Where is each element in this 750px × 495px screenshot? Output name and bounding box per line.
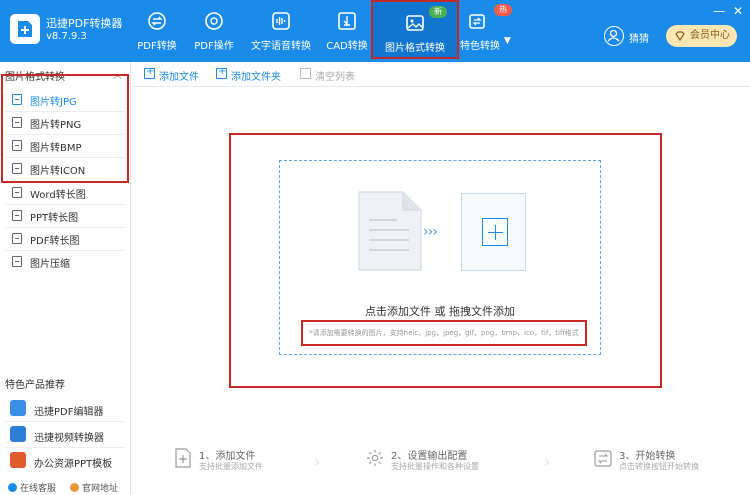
- chevron-right-icon: ›: [314, 452, 321, 471]
- sidebar: 图片格式转换 ︿ 图片转JPG 图片转PNG 图片转BMP 图片转ICON Wo…: [0, 62, 131, 495]
- nav-text-speech[interactable]: 文字语音转换: [250, 0, 312, 60]
- chevron-right-icon: ›: [544, 452, 551, 471]
- app-logo-icon: [18, 21, 32, 37]
- clear-list-icon: [300, 68, 311, 79]
- nav-label: 图片格式转换: [385, 43, 445, 54]
- step-subtitle: 支持批量添加文件: [199, 462, 263, 471]
- recommend-label: 办公资源PPT模板: [34, 459, 113, 470]
- compress-icon: [12, 256, 22, 267]
- user-avatar-icon[interactable]: [604, 26, 624, 46]
- arrows-icon: ›››: [423, 224, 438, 240]
- ppt-template-icon: [10, 452, 26, 468]
- recommend-label: 迅捷PDF编辑器: [34, 407, 104, 418]
- add-file-icon: [175, 448, 191, 468]
- nav-label: PDF转换: [137, 41, 177, 52]
- settings-gear-icon: [366, 449, 384, 467]
- globe-icon: [70, 483, 79, 492]
- new-badge: 新: [429, 6, 447, 18]
- pdf-operate-icon: [205, 12, 223, 30]
- recommend-pdf-editor[interactable]: 迅捷PDF编辑器: [0, 395, 130, 421]
- sidebar-item-label: 图片压缩: [30, 259, 70, 270]
- step-subtitle: 支持批量操作和各种设置: [391, 462, 479, 471]
- recommend-title: 特色产品推荐: [5, 380, 65, 391]
- member-center-label: 会员中心: [690, 30, 730, 41]
- supported-formats-hint: *请添加需要转换的图片，支持heic，jpg，jpeg，gif，png，bmp，…: [301, 320, 587, 346]
- app-name: 迅捷PDF转换器: [46, 17, 123, 30]
- word-file-icon: [12, 187, 22, 198]
- audio-wave-icon: [272, 12, 290, 30]
- sidebar-item-label: Word转长图: [30, 190, 86, 201]
- recommend-ppt-template[interactable]: 办公资源PPT模板: [0, 447, 130, 473]
- nav-label: PDF操作: [194, 41, 234, 52]
- minimize-button[interactable]: —: [712, 4, 726, 18]
- nav-pdf-convert[interactable]: PDF转换: [133, 0, 181, 60]
- sidebar-item-compress[interactable]: 图片压缩: [0, 250, 130, 273]
- sidebar-item-pdf-long[interactable]: PDF转长图: [0, 227, 130, 250]
- app-logo: [10, 14, 40, 44]
- plus-icon: [482, 218, 508, 246]
- drop-zone-instruction: 点击添加文件 或 拖拽文件添加: [365, 305, 515, 318]
- sidebar-item-label: PPT转长图: [30, 213, 79, 224]
- convert-icon: [594, 450, 612, 467]
- feature-convert-icon: [469, 14, 485, 29]
- chat-icon: [8, 483, 17, 492]
- ppt-file-icon: [12, 210, 22, 221]
- step-subtitle: 点击转换按钮开始转换: [619, 462, 699, 471]
- member-center-button[interactable]: 会员中心: [666, 25, 737, 47]
- add-folder-icon: [216, 66, 227, 79]
- pdf-file-icon: [12, 233, 22, 244]
- nav-label: CAD转换: [326, 41, 368, 52]
- step-title: 3、开始转换: [619, 451, 676, 462]
- sidebar-item-label: PDF转长图: [30, 236, 80, 247]
- nav-cad-convert[interactable]: CAD转换: [323, 0, 371, 60]
- cad-icon: [338, 12, 356, 30]
- image-icon: [406, 15, 424, 31]
- video-converter-icon: [10, 426, 26, 442]
- clear-list-label: 清空列表: [315, 72, 355, 83]
- pdf-convert-icon: [148, 12, 166, 30]
- recommend-label: 迅捷视频转换器: [34, 433, 104, 444]
- online-service-link[interactable]: 在线客服: [8, 481, 56, 494]
- add-file-icon: [144, 66, 155, 79]
- recommend-video-converter[interactable]: 迅捷视频转换器: [0, 421, 130, 447]
- add-folder-label: 添加文件夹: [231, 72, 281, 83]
- pdf-editor-icon: [10, 400, 26, 416]
- nav-label: 文字语音转换: [251, 41, 311, 52]
- nav-feature-convert[interactable]: 特色转换 ▼ 热: [460, 0, 516, 60]
- toolbar: 添加文件 添加文件夹 清空列表: [132, 62, 750, 87]
- nav-pdf-operate[interactable]: PDF操作: [190, 0, 238, 60]
- nav-image-convert[interactable]: 图片格式转换 新: [371, 0, 459, 59]
- add-target-card[interactable]: [461, 193, 526, 271]
- user-name[interactable]: 猜猜: [629, 30, 649, 45]
- website-label: 官网地址: [82, 484, 119, 494]
- add-file-label: 添加文件: [159, 72, 199, 83]
- sidebar-item-word-long[interactable]: Word转长图: [0, 181, 130, 204]
- app-header: 迅捷PDF转换器 v8.7.9.3 PDF转换 PDF操作 文字语音转换 CAD…: [0, 0, 750, 62]
- hot-badge: 热: [494, 4, 512, 16]
- app-version: v8.7.9.3: [46, 31, 87, 42]
- close-button[interactable]: ✕: [731, 4, 745, 18]
- online-service-label: 在线客服: [20, 484, 57, 494]
- step-title: 2、设置输出配置: [391, 451, 468, 462]
- sidebar-item-ppt-long[interactable]: PPT转长图: [0, 204, 130, 227]
- document-icon: [358, 191, 422, 271]
- diamond-icon: [675, 31, 685, 42]
- step-title: 1、添加文件: [199, 451, 256, 462]
- highlight-frame: [1, 74, 129, 183]
- website-link[interactable]: 官网地址: [70, 481, 118, 494]
- chevron-down-icon[interactable]: ▼: [504, 36, 511, 46]
